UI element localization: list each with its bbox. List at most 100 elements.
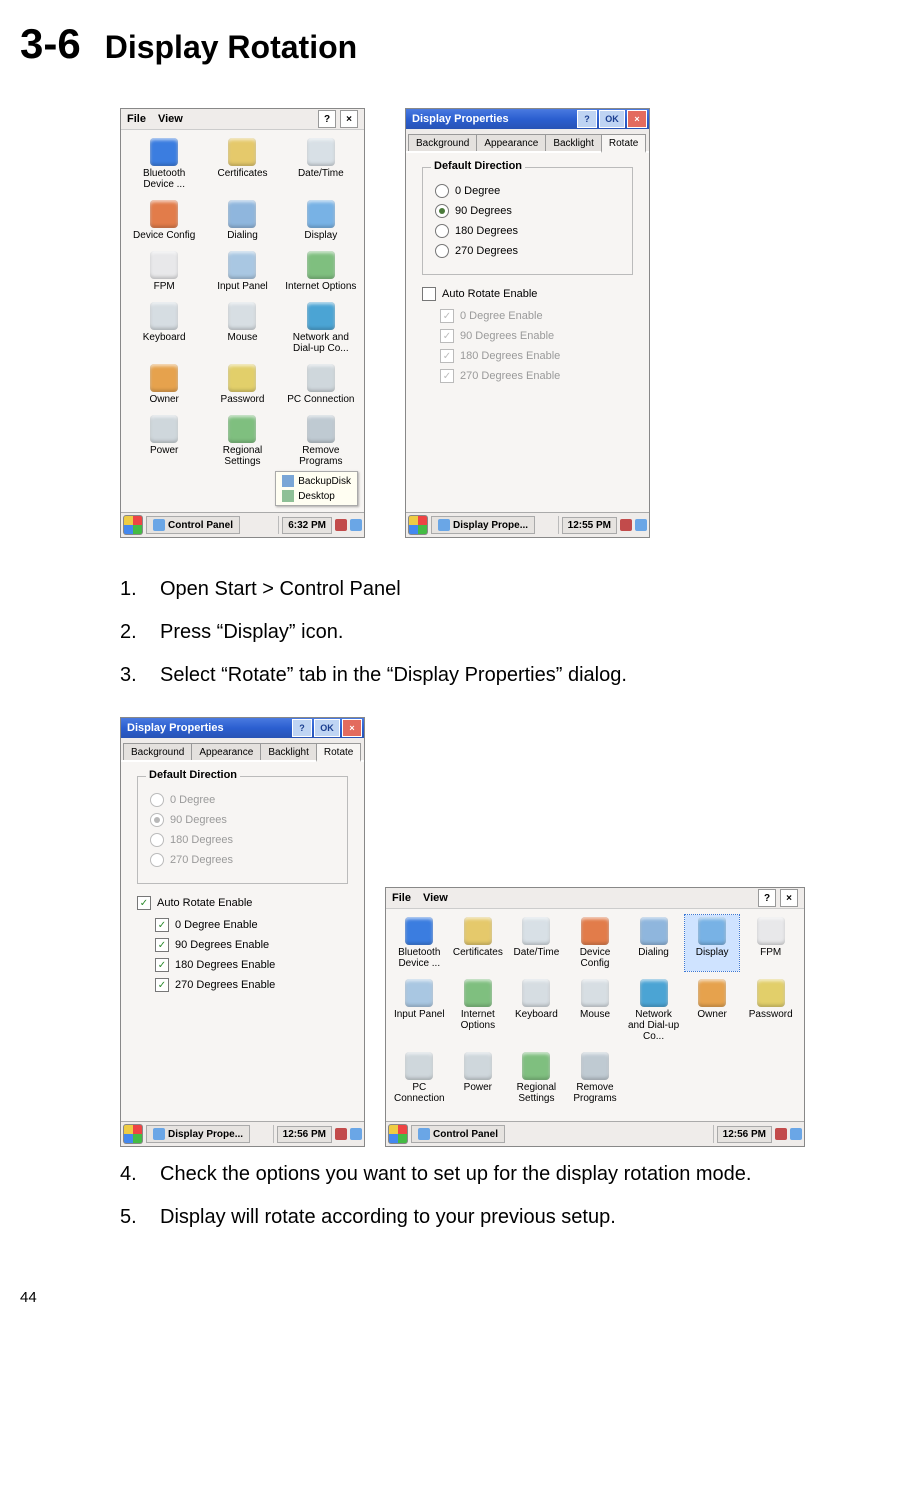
cp-item[interactable]: Regional Settings bbox=[509, 1050, 564, 1106]
start-button[interactable] bbox=[123, 1124, 143, 1144]
cp-item[interactable]: Date/Time bbox=[509, 915, 564, 971]
cp-item[interactable]: Input Panel bbox=[205, 249, 279, 294]
tab-appearance[interactable]: Appearance bbox=[191, 743, 261, 760]
taskbar-item[interactable]: Control Panel bbox=[146, 516, 240, 534]
auto-rotate-checkbox[interactable] bbox=[422, 287, 436, 301]
ok-button[interactable]: OK bbox=[314, 719, 340, 737]
help-button[interactable]: ? bbox=[577, 110, 597, 128]
check-row[interactable]: 270 Degrees Enable bbox=[155, 978, 348, 992]
cp-item[interactable]: Device Config bbox=[127, 198, 201, 243]
radio-row[interactable]: 90 Degrees bbox=[150, 813, 337, 827]
check-row[interactable]: 90 Degrees Enable bbox=[155, 938, 348, 952]
help-button[interactable]: ? bbox=[318, 110, 336, 128]
cp-item[interactable]: Device Config bbox=[568, 915, 623, 971]
radio-row[interactable]: 270 Degrees bbox=[435, 244, 622, 258]
radio-row[interactable]: 90 Degrees bbox=[435, 204, 622, 218]
cp-item[interactable]: FPM bbox=[743, 915, 798, 971]
cp-item[interactable]: Internet Options bbox=[451, 977, 506, 1044]
taskbar-time[interactable]: 12:55 PM bbox=[562, 517, 617, 534]
taskbar-time[interactable]: 12:56 PM bbox=[717, 1126, 772, 1143]
cp-item-label: Device Config bbox=[568, 947, 623, 969]
menu-file[interactable]: File bbox=[127, 113, 146, 125]
tray-icon[interactable] bbox=[790, 1128, 802, 1140]
taskbar-item[interactable]: Control Panel bbox=[411, 1125, 505, 1143]
tab-background[interactable]: Background bbox=[123, 743, 192, 760]
tray-icon[interactable] bbox=[635, 519, 647, 531]
cp-item[interactable]: Power bbox=[127, 413, 201, 469]
tab-rotate[interactable]: Rotate bbox=[316, 743, 361, 762]
cp-item-icon bbox=[522, 979, 550, 1007]
cp-item[interactable]: Internet Options bbox=[284, 249, 358, 294]
tray-icon[interactable] bbox=[335, 1128, 347, 1140]
close-button[interactable]: × bbox=[340, 110, 358, 128]
cp-item[interactable]: PC Connection bbox=[392, 1050, 447, 1106]
taskbar: Display Prope... 12:56 PM bbox=[121, 1121, 364, 1146]
cp-item[interactable]: Certificates bbox=[205, 136, 279, 192]
radio-row[interactable]: 180 Degrees bbox=[150, 833, 337, 847]
radio-row[interactable]: 270 Degrees bbox=[150, 853, 337, 867]
start-button[interactable] bbox=[123, 515, 143, 535]
menu-file[interactable]: File bbox=[392, 892, 411, 904]
cp-item[interactable]: Network and Dial-up Co... bbox=[626, 977, 681, 1044]
cp-item[interactable]: Keyboard bbox=[509, 977, 564, 1044]
cp-item[interactable]: FPM bbox=[127, 249, 201, 294]
cp-item[interactable]: Remove Programs bbox=[284, 413, 358, 469]
radio-row[interactable]: 0 Degree bbox=[150, 793, 337, 807]
cp-item[interactable]: Display bbox=[685, 915, 740, 971]
cp-item[interactable]: Network and Dial-up Co... bbox=[284, 300, 358, 356]
menu-view[interactable]: View bbox=[423, 892, 448, 904]
cp-item[interactable]: Mouse bbox=[205, 300, 279, 356]
menu-view[interactable]: View bbox=[158, 113, 183, 125]
taskbar-time[interactable]: 12:56 PM bbox=[277, 1126, 332, 1143]
tray-icon[interactable] bbox=[335, 519, 347, 531]
ok-button[interactable]: OK bbox=[599, 110, 625, 128]
tray-icon[interactable] bbox=[620, 519, 632, 531]
cp-item[interactable]: Owner bbox=[127, 362, 201, 407]
close-button[interactable]: × bbox=[780, 889, 798, 907]
tray-icon[interactable] bbox=[350, 1128, 362, 1140]
cp-item[interactable]: Keyboard bbox=[127, 300, 201, 356]
cp-item[interactable]: Owner bbox=[685, 977, 740, 1044]
radio-row[interactable]: 0 Degree bbox=[435, 184, 622, 198]
radio-row[interactable]: 180 Degrees bbox=[435, 224, 622, 238]
cp-item[interactable]: Dialing bbox=[626, 915, 681, 971]
check-row[interactable]: 0 Degree Enable bbox=[440, 309, 633, 323]
cp-item[interactable]: Certificates bbox=[451, 915, 506, 971]
tab-backlight[interactable]: Backlight bbox=[545, 134, 602, 151]
auto-rotate-checkbox[interactable] bbox=[137, 896, 151, 910]
start-button[interactable] bbox=[408, 515, 428, 535]
close-button[interactable]: × bbox=[342, 719, 362, 737]
cp-item[interactable]: Dialing bbox=[205, 198, 279, 243]
tab-rotate[interactable]: Rotate bbox=[601, 134, 646, 153]
cp-item[interactable]: Bluetooth Device ... bbox=[127, 136, 201, 192]
taskbar-time[interactable]: 6:32 PM bbox=[282, 517, 332, 534]
cp-item-label: FPM bbox=[154, 281, 175, 292]
check-row[interactable]: 180 Degrees Enable bbox=[155, 958, 348, 972]
check-row[interactable]: 270 Degrees Enable bbox=[440, 369, 633, 383]
tab-appearance[interactable]: Appearance bbox=[476, 134, 546, 151]
cp-item[interactable]: PC Connection bbox=[284, 362, 358, 407]
cp-item[interactable]: Remove Programs bbox=[568, 1050, 623, 1106]
cp-item[interactable]: Input Panel bbox=[392, 977, 447, 1044]
cp-item[interactable]: Mouse bbox=[568, 977, 623, 1044]
help-button[interactable]: ? bbox=[292, 719, 312, 737]
cp-item[interactable]: Display bbox=[284, 198, 358, 243]
check-row[interactable]: 90 Degrees Enable bbox=[440, 329, 633, 343]
check-row[interactable]: 180 Degrees Enable bbox=[440, 349, 633, 363]
cp-item[interactable]: Bluetooth Device ... bbox=[392, 915, 447, 971]
cp-item[interactable]: Power bbox=[451, 1050, 506, 1106]
cp-item[interactable]: Password bbox=[743, 977, 798, 1044]
taskbar-item[interactable]: Display Prope... bbox=[431, 516, 535, 534]
cp-item[interactable]: Password bbox=[205, 362, 279, 407]
help-button[interactable]: ? bbox=[758, 889, 776, 907]
start-button[interactable] bbox=[388, 1124, 408, 1144]
check-row[interactable]: 0 Degree Enable bbox=[155, 918, 348, 932]
tray-icon[interactable] bbox=[775, 1128, 787, 1140]
tab-backlight[interactable]: Backlight bbox=[260, 743, 317, 760]
close-button[interactable]: × bbox=[627, 110, 647, 128]
tray-icon[interactable] bbox=[350, 519, 362, 531]
taskbar-item[interactable]: Display Prope... bbox=[146, 1125, 250, 1143]
cp-item[interactable]: Regional Settings bbox=[205, 413, 279, 469]
tab-background[interactable]: Background bbox=[408, 134, 477, 151]
cp-item[interactable]: Date/Time bbox=[284, 136, 358, 192]
